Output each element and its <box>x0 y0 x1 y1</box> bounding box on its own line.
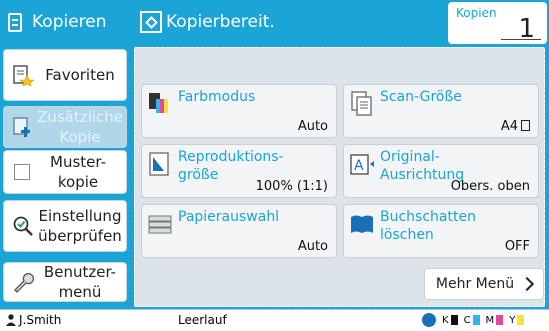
sample-copy-button[interactable]: Muster-kopie <box>3 150 127 194</box>
tile-original-orientation[interactable]: A Original-Ausrichtung Obers. oben <box>343 144 539 198</box>
status-icon <box>140 11 162 33</box>
paper-select-value: Auto <box>297 239 328 254</box>
copies-field[interactable]: Kopien 1 <box>448 2 547 44</box>
toner-drop-icon <box>422 313 436 327</box>
magnifier-check-icon <box>12 215 34 237</box>
svg-text:A: A <box>354 158 364 174</box>
reproduction-size-icon <box>148 151 172 177</box>
copies-label: Kopien <box>456 6 497 20</box>
favorites-label: Favoriten <box>45 66 115 84</box>
toner-k-swatch <box>450 315 458 325</box>
tile-scan-size[interactable]: Scan-Größe A4 <box>343 84 539 138</box>
toner-levels: K C M Y <box>422 311 530 329</box>
document-icon <box>8 12 22 32</box>
status-bar: Kopierbereit. <box>136 0 448 44</box>
tile-color-mode[interactable]: Farbmodus Auto <box>141 84 337 138</box>
additional-copy-button[interactable]: Zusätzliche Kopie <box>3 106 127 148</box>
tile-reproduction-size[interactable]: Reproduktions-größe 100% (1:1) <box>141 144 337 198</box>
toner-c-swatch <box>472 315 480 325</box>
scan-size-label: Scan-Größe <box>380 89 462 105</box>
user-menu-button[interactable]: Benutzer-menü <box>3 262 127 302</box>
copies-underline <box>501 39 541 40</box>
sample-copy-label: Muster-kopie <box>50 153 106 191</box>
color-mode-icon <box>148 91 172 117</box>
user-menu-label: Benutzer-menü <box>43 263 117 301</box>
portrait-page-icon <box>521 120 530 131</box>
tile-book-shadow[interactable]: Buchschatten löschen OFF <box>343 204 539 258</box>
user-icon <box>6 314 16 326</box>
machine-status: Leerlauf <box>178 313 227 327</box>
scan-size-icon <box>350 91 374 117</box>
scan-size-text: A4 <box>500 119 518 134</box>
sample-copy-checkbox[interactable] <box>14 164 30 180</box>
scan-size-value: A4 <box>501 119 530 134</box>
color-mode-value: Auto <box>297 119 328 134</box>
toner-m-label: M <box>485 314 495 326</box>
color-mode-label: Farbmodus <box>178 89 256 105</box>
more-menu-label: Mehr Menü <box>435 276 515 292</box>
original-orientation-value: Obers. oben <box>450 179 530 194</box>
book-shadow-value: OFF <box>504 239 530 254</box>
status-message: Kopierbereit. <box>166 12 275 32</box>
check-settings-label: Einstellung überprüfen <box>38 207 122 245</box>
chevron-right-icon <box>520 276 535 292</box>
book-shadow-icon <box>350 211 374 237</box>
book-shadow-label: Buchschatten löschen <box>380 209 476 243</box>
more-menu-button[interactable]: Mehr Menü <box>424 268 544 300</box>
wrench-icon <box>12 271 34 293</box>
user-name: J.Smith <box>19 313 62 327</box>
paper-select-icon <box>148 211 172 237</box>
app-title-label: Kopieren <box>32 12 107 32</box>
additional-copy-icon <box>12 116 34 138</box>
original-orientation-icon: A <box>350 151 374 177</box>
check-settings-button[interactable]: Einstellung überprüfen <box>3 200 127 252</box>
favorites-button[interactable]: Favoriten <box>3 49 127 101</box>
toner-y-swatch <box>517 315 525 325</box>
toner-y-label: Y <box>509 314 516 326</box>
favorites-icon <box>12 64 34 86</box>
paper-select-label: Papierauswahl <box>178 209 280 225</box>
tile-paper-select[interactable]: Papierauswahl Auto <box>141 204 337 258</box>
toner-c-label: C <box>463 314 471 326</box>
app-title: Kopieren <box>0 0 134 44</box>
toner-m-swatch <box>496 315 504 325</box>
additional-copy-label: Zusätzliche Kopie <box>37 108 123 146</box>
reproduction-size-value: 100% (1:1) <box>255 179 328 194</box>
user-indicator: J.Smith <box>6 312 61 328</box>
toner-k-label: K <box>442 314 449 326</box>
